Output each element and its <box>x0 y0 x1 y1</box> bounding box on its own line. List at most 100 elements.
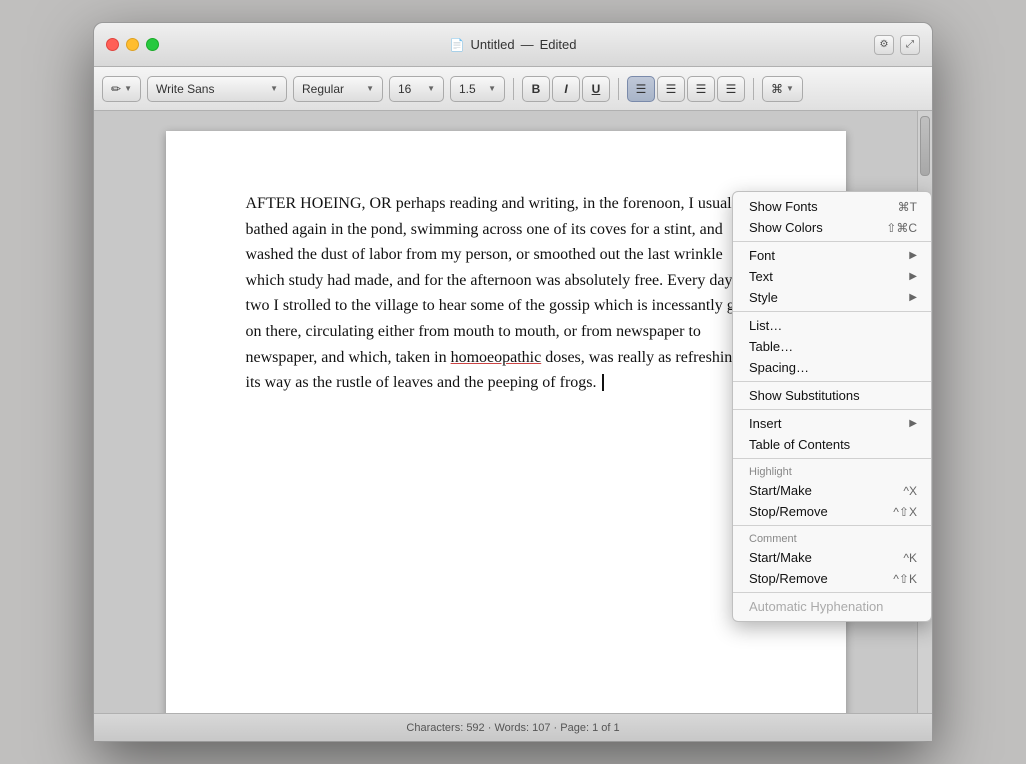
maximize-button[interactable] <box>146 38 159 51</box>
format-menu-icon: ⌘ <box>771 82 783 96</box>
font-label: Font <box>749 248 775 263</box>
align-right-icon: ☰ <box>696 82 707 96</box>
font-style-selector[interactable]: Regular ▼ <box>293 76 383 102</box>
separator-e <box>733 458 931 459</box>
align-center-icon: ☰ <box>666 82 677 96</box>
separator-a <box>733 241 931 242</box>
list-label: List… <box>749 318 782 333</box>
table-of-contents-label: Table of Contents <box>749 437 850 452</box>
settings-button[interactable]: ⚙ <box>874 35 894 55</box>
underline-button[interactable]: U <box>582 76 610 102</box>
separator-3 <box>753 78 754 100</box>
show-fonts-label: Show Fonts <box>749 199 818 214</box>
main-area: AFTER HOEING, OR perhaps reading and wri… <box>94 111 932 713</box>
line-spacing-arrow: ▼ <box>488 84 496 93</box>
window-title: 📄 Untitled — Edited <box>450 37 577 52</box>
align-left-button[interactable]: ☰ <box>627 76 655 102</box>
font-family-arrow: ▼ <box>270 84 278 93</box>
font-size-selector[interactable]: 16 ▼ <box>389 76 444 102</box>
italic-button[interactable]: I <box>552 76 580 102</box>
highlight-start-shortcut: ^X <box>903 484 917 498</box>
font-family-selector[interactable]: Write Sans ▼ <box>147 76 287 102</box>
document-title: Untitled <box>471 37 515 52</box>
auto-hyphenation-label: Automatic Hyphenation <box>749 599 883 614</box>
align-buttons: ☰ ☰ ☰ ☰ <box>627 76 745 102</box>
align-right-button[interactable]: ☰ <box>687 76 715 102</box>
highlight-stop-item[interactable]: Stop/Remove ^⇧X <box>733 501 931 522</box>
app-window: 📄 Untitled — Edited ⚙ ⤢ ✏ ▼ Write Sans ▼… <box>93 22 933 742</box>
line-spacing-value: 1.5 <box>459 82 476 96</box>
bold-button[interactable]: B <box>522 76 550 102</box>
show-fonts-item[interactable]: Show Fonts ⌘T <box>733 196 931 217</box>
format-menu-button[interactable]: ⌘ ▼ <box>762 76 803 102</box>
table-of-contents-item[interactable]: Table of Contents <box>733 434 931 455</box>
font-size-value: 16 <box>398 82 411 96</box>
align-left-icon: ☰ <box>636 82 647 96</box>
comment-start-item[interactable]: Start/Make ^K <box>733 547 931 568</box>
align-center-button[interactable]: ☰ <box>657 76 685 102</box>
page-content[interactable]: AFTER HOEING, OR perhaps reading and wri… <box>246 191 766 396</box>
align-justify-button[interactable]: ☰ <box>717 76 745 102</box>
font-family-value: Write Sans <box>156 82 214 96</box>
show-substitutions-label: Show Substitutions <box>749 388 860 403</box>
comment-stop-shortcut: ^⇧K <box>893 572 917 586</box>
spacing-label: Spacing… <box>749 360 809 375</box>
cursor <box>598 374 604 391</box>
fullscreen-button[interactable]: ⤢ <box>900 35 920 55</box>
underlined-word: homoeopathic <box>451 349 542 366</box>
pen-tool-button[interactable]: ✏ ▼ <box>102 76 141 102</box>
document-status: Edited <box>540 37 577 52</box>
highlight-stop-shortcut: ^⇧X <box>893 505 917 519</box>
table-item[interactable]: Table… <box>733 336 931 357</box>
list-item[interactable]: List… <box>733 315 931 336</box>
comment-start-label: Start/Make <box>749 550 812 565</box>
comment-stop-item[interactable]: Stop/Remove ^⇧K <box>733 568 931 589</box>
title-separator: — <box>521 37 534 52</box>
separator-d <box>733 409 931 410</box>
show-colors-shortcut: ⇧⌘C <box>886 221 917 235</box>
font-style-arrow: ▼ <box>366 84 374 93</box>
format-buttons: B I U <box>522 76 610 102</box>
insert-item[interactable]: Insert ▶ <box>733 413 931 434</box>
font-submenu-arrow: ▶ <box>909 250 917 261</box>
show-colors-label: Show Colors <box>749 220 823 235</box>
text-label: Text <box>749 269 773 284</box>
style-item[interactable]: Style ▶ <box>733 287 931 308</box>
comment-stop-label: Stop/Remove <box>749 571 828 586</box>
style-submenu-arrow: ▶ <box>909 292 917 303</box>
traffic-lights <box>106 38 159 51</box>
highlight-stop-label: Stop/Remove <box>749 504 828 519</box>
align-justify-icon: ☰ <box>726 82 737 96</box>
bold-icon: B <box>532 82 541 96</box>
text-submenu-arrow: ▶ <box>909 271 917 282</box>
underline-icon: U <box>592 82 601 96</box>
minimize-button[interactable] <box>126 38 139 51</box>
insert-label: Insert <box>749 416 782 431</box>
font-style-value: Regular <box>302 82 344 96</box>
spacing-item[interactable]: Spacing… <box>733 357 931 378</box>
comment-section-label: Comment <box>733 529 931 547</box>
context-menu: Show Fonts ⌘T Show Colors ⇧⌘C Font ▶ Tex… <box>732 191 932 622</box>
close-button[interactable] <box>106 38 119 51</box>
separator-2 <box>618 78 619 100</box>
separator-g <box>733 592 931 593</box>
show-colors-item[interactable]: Show Colors ⇧⌘C <box>733 217 931 238</box>
font-size-arrow: ▼ <box>427 84 435 93</box>
pen-icon: ✏ <box>111 82 121 96</box>
table-label: Table… <box>749 339 793 354</box>
separator-1 <box>513 78 514 100</box>
auto-hyphenation-item: Automatic Hyphenation <box>733 596 931 617</box>
text-item[interactable]: Text ▶ <box>733 266 931 287</box>
status-bar: Characters: 592 · Words: 107 · Page: 1 o… <box>94 713 932 741</box>
separator-f <box>733 525 931 526</box>
insert-submenu-arrow: ▶ <box>909 418 917 429</box>
scrollbar-thumb[interactable] <box>920 116 930 176</box>
highlight-section-label: Highlight <box>733 462 931 480</box>
style-label: Style <box>749 290 778 305</box>
status-text: Characters: 592 · Words: 107 · Page: 1 o… <box>406 722 619 734</box>
line-spacing-selector[interactable]: 1.5 ▼ <box>450 76 505 102</box>
highlight-start-item[interactable]: Start/Make ^X <box>733 480 931 501</box>
font-item[interactable]: Font ▶ <box>733 245 931 266</box>
document-icon: 📄 <box>450 38 465 52</box>
show-substitutions-item[interactable]: Show Substitutions <box>733 385 931 406</box>
